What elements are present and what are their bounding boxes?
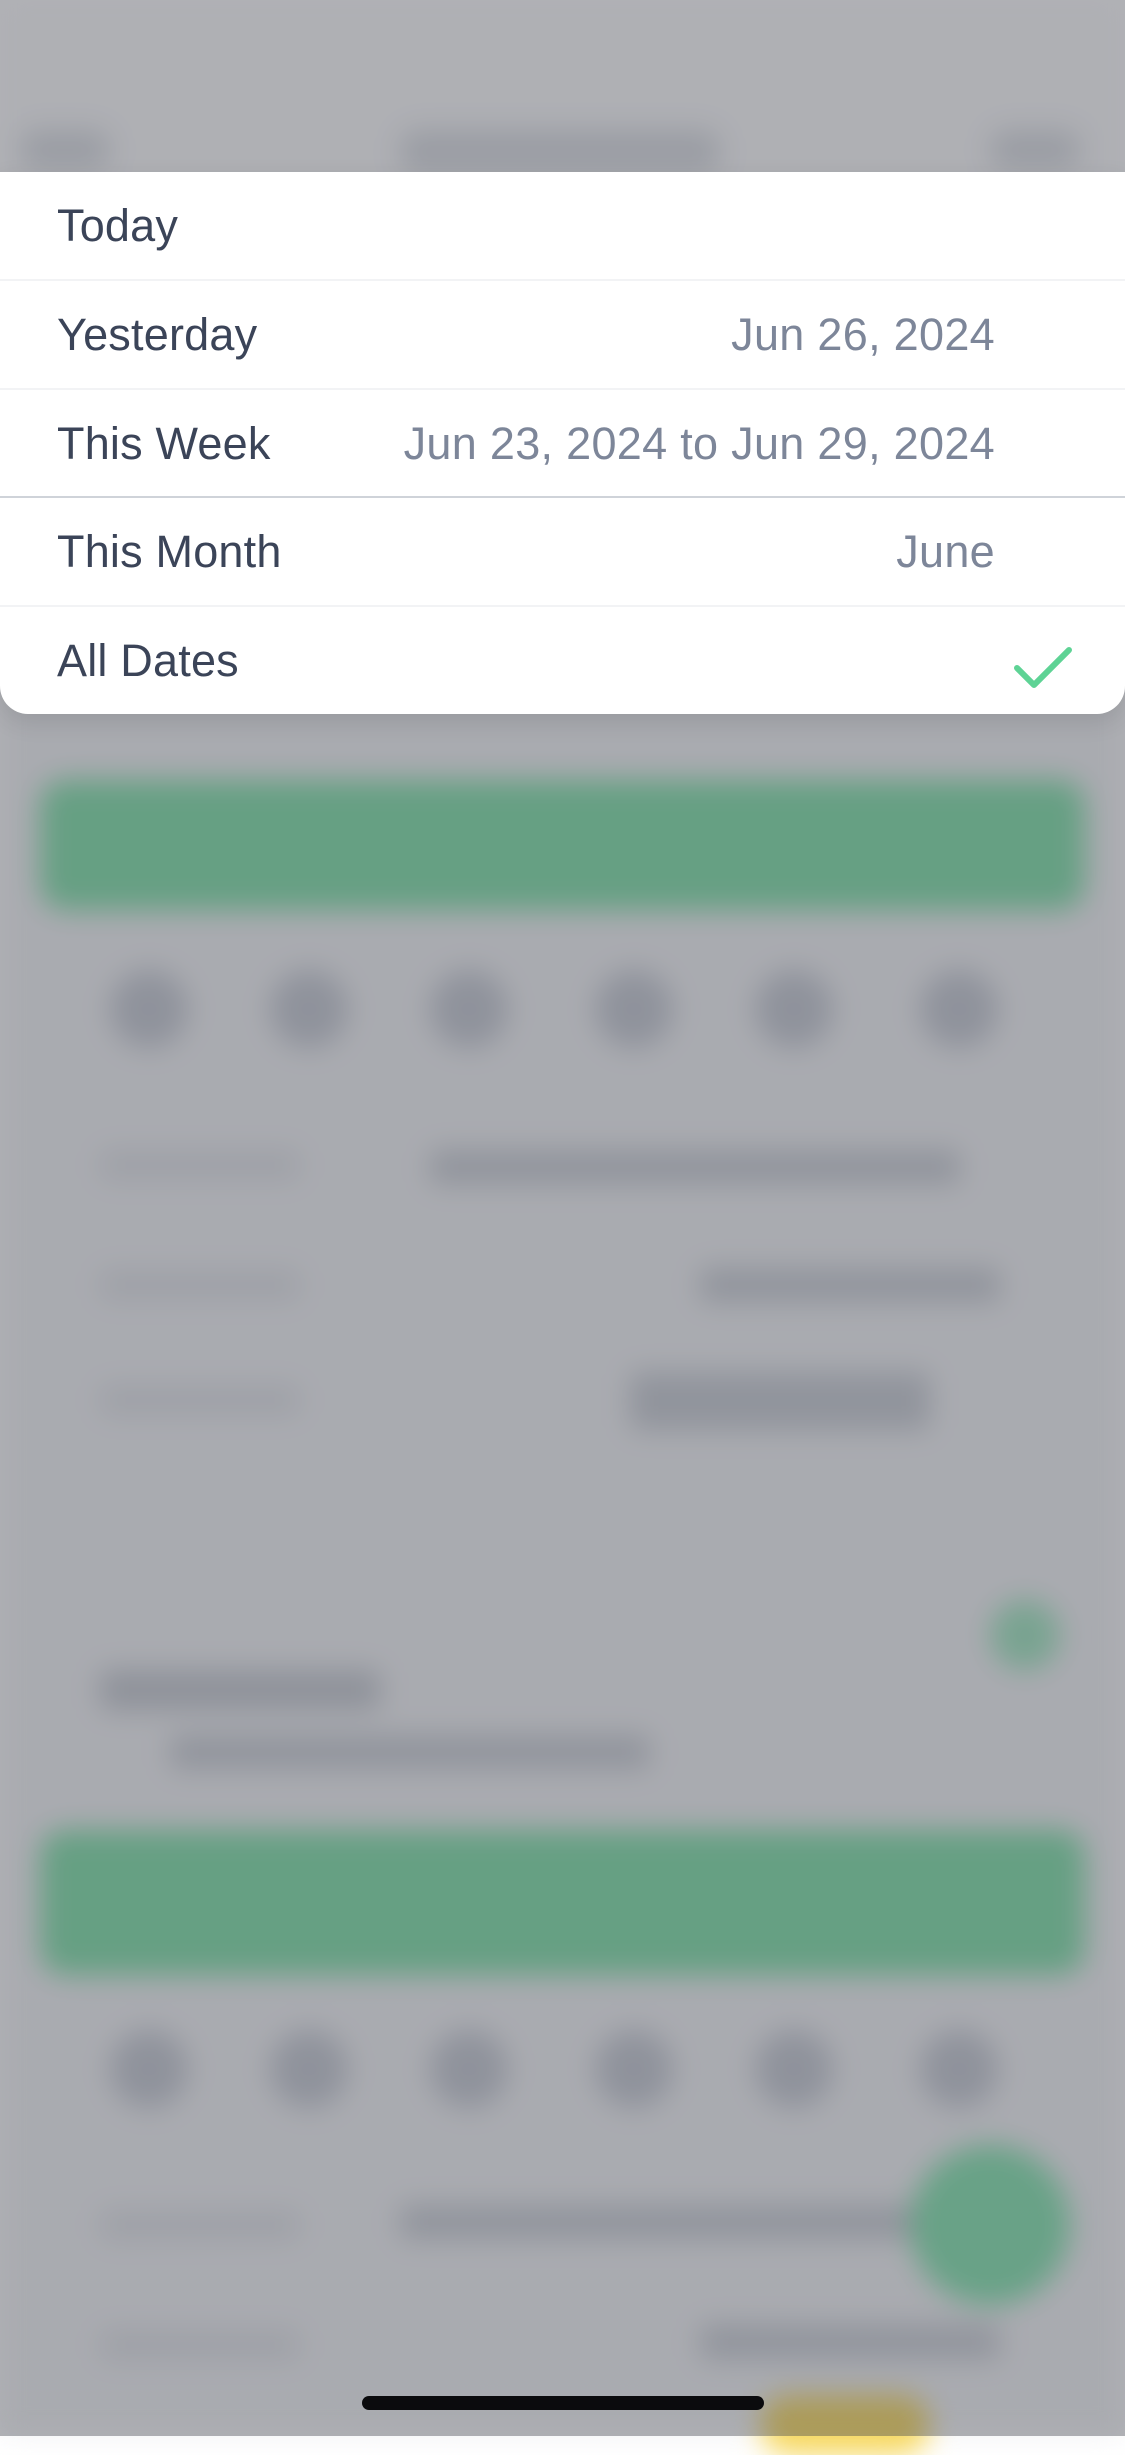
option-value: Jun 26, 2024: [731, 309, 995, 360]
option-label: All Dates: [57, 635, 239, 686]
checkmark-icon: [1014, 647, 1072, 688]
date-option-this-month[interactable]: This Month June: [0, 498, 1125, 606]
option-value: June: [896, 526, 995, 577]
date-option-today[interactable]: Today: [0, 172, 1125, 280]
home-indicator[interactable]: [362, 2396, 764, 2410]
date-option-yesterday[interactable]: Yesterday Jun 26, 2024: [0, 281, 1125, 389]
option-label: Yesterday: [57, 309, 258, 360]
option-label: This Month: [57, 526, 282, 577]
date-option-this-week[interactable]: This Week Jun 23, 2024 to Jun 29, 2024: [0, 390, 1125, 498]
option-label: This Week: [57, 418, 271, 469]
date-filter-menu: Today Yesterday Jun 26, 2024 This Week J…: [0, 172, 1125, 714]
option-label: Today: [57, 200, 179, 251]
option-value: Jun 23, 2024 to Jun 29, 2024: [403, 418, 995, 469]
date-option-all-dates[interactable]: All Dates: [0, 607, 1125, 714]
